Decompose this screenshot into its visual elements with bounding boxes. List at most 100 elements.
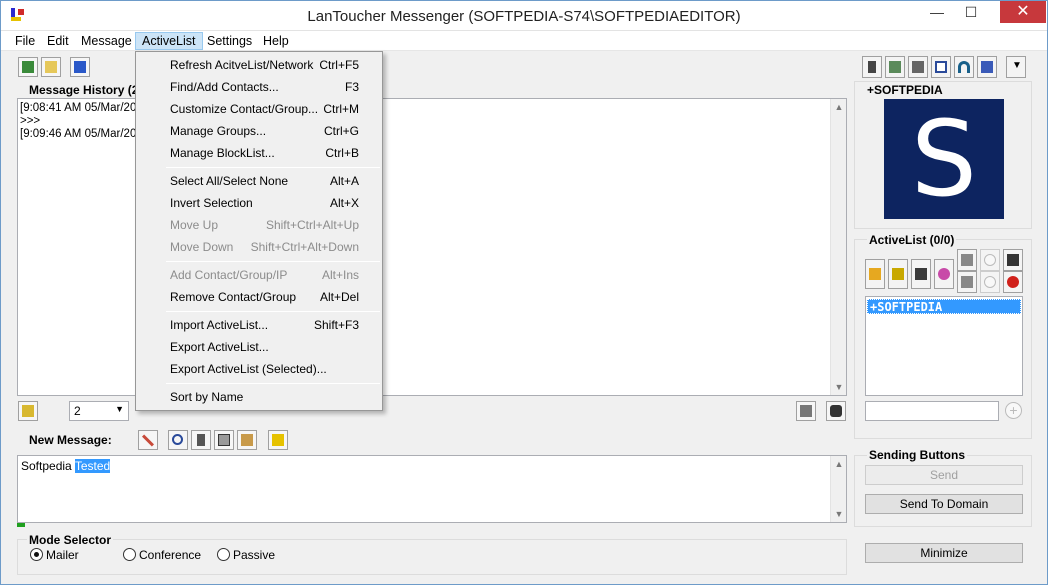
- menu-item-shortcut: Shift+Ctrl+Alt+Down: [250, 240, 359, 254]
- computers-button[interactable]: [908, 56, 928, 78]
- menu-item-shortcut: Ctrl+F5: [319, 58, 359, 72]
- menu-item-shortcut: Ctrl+M: [323, 102, 359, 116]
- scroll-up-icon[interactable]: ▲: [831, 456, 847, 472]
- avatar[interactable]: S: [884, 99, 1004, 219]
- minimize-window-button[interactable]: —: [922, 1, 952, 23]
- paste-button[interactable]: [237, 430, 257, 450]
- menu-activelist[interactable]: ActiveList: [135, 32, 203, 50]
- open-mail-tool-button[interactable]: [41, 57, 61, 77]
- menu-item-move-down[interactable]: Move Down Shift+Ctrl+Alt+Down: [137, 236, 381, 258]
- cut-button[interactable]: [191, 430, 211, 450]
- menu-item-shortcut: Alt+Ins: [321, 268, 359, 282]
- menu-item-invert-selection[interactable]: Invert Selection Alt+X: [137, 192, 381, 214]
- cascade-button[interactable]: [977, 56, 997, 78]
- menu-separator: [166, 261, 380, 262]
- scroll-down-icon[interactable]: ▼: [831, 379, 847, 395]
- menu-item-remove-contact[interactable]: Remove Contact/Group Alt+Del: [137, 286, 381, 308]
- expand-menu-button[interactable]: ▼: [1006, 56, 1026, 78]
- pen-tool-button[interactable]: [138, 430, 158, 450]
- details-button[interactable]: [1003, 249, 1023, 271]
- picture-button[interactable]: [885, 56, 905, 78]
- disabled-circle-2-button[interactable]: [980, 271, 1000, 293]
- menu-item-manage-blocklist[interactable]: Manage BlockList... Ctrl+B: [137, 142, 381, 164]
- menu-item-export-selected[interactable]: Export ActiveList (Selected)...: [137, 358, 381, 380]
- mode-conference-label: Conference: [139, 548, 202, 562]
- window-button[interactable]: [931, 56, 951, 78]
- tools-button[interactable]: [911, 259, 931, 289]
- print-button[interactable]: [796, 401, 816, 421]
- history-count-select[interactable]: 2 ▼: [69, 401, 129, 421]
- menu-item-label: Export ActiveList (Selected)...: [170, 362, 327, 376]
- refresh-list-button[interactable]: [865, 259, 885, 289]
- history-contact-tool-button[interactable]: [18, 401, 38, 421]
- minimize-button[interactable]: Minimize: [865, 543, 1023, 563]
- maximize-window-button[interactable]: ☐: [956, 1, 986, 23]
- menu-item-find-add-contacts[interactable]: Find/Add Contacts... F3: [137, 76, 381, 98]
- find-button[interactable]: [826, 401, 846, 421]
- menu-item-label: Manage Groups...: [170, 124, 267, 138]
- network-tool-button[interactable]: [70, 57, 90, 77]
- magnet-icon: [958, 61, 970, 73]
- menu-item-export[interactable]: Export ActiveList...: [137, 336, 381, 358]
- contact-card-button[interactable]: [888, 259, 908, 289]
- menu-item-label: Invert Selection: [170, 196, 253, 210]
- undo-button[interactable]: [168, 430, 188, 450]
- disabled-circle-button[interactable]: [980, 249, 1000, 271]
- menu-item-label: Import ActiveList...: [170, 318, 269, 332]
- list-view-2-button[interactable]: [957, 271, 977, 293]
- triangle-down-icon: ▼: [1012, 60, 1022, 71]
- activelist-dropdown-menu: Refresh AcitveList/Network Ctrl+F5 Find/A…: [135, 51, 383, 411]
- scroll-down-icon[interactable]: ▼: [831, 506, 847, 522]
- block-button[interactable]: [1003, 271, 1023, 293]
- refresh-icon: [869, 268, 881, 280]
- menu-item-shortcut: Ctrl+G: [323, 124, 359, 138]
- scroll-up-icon[interactable]: ▲: [831, 99, 847, 115]
- copy-button[interactable]: [214, 430, 234, 450]
- mode-mailer-radio[interactable]: [30, 548, 43, 561]
- message-scrollbar[interactable]: ▲ ▼: [830, 456, 846, 522]
- mode-mailer-label: Mailer: [46, 548, 79, 562]
- list-view-button[interactable]: [957, 249, 977, 271]
- message-text: Softpedia: [21, 459, 75, 473]
- menu-item-customize[interactable]: Customize Contact/Group... Ctrl+M: [137, 98, 381, 120]
- copy-icon: [218, 434, 230, 446]
- attachment-tool-button[interactable]: [268, 430, 288, 450]
- send-button[interactable]: Send: [865, 465, 1023, 485]
- title-bar: LanToucher Messenger (SOFTPEDIA-S74\SOFT…: [1, 1, 1047, 31]
- add-icon[interactable]: +: [1005, 402, 1022, 419]
- menu-message[interactable]: Message: [75, 33, 138, 51]
- contact-icon: [22, 405, 34, 417]
- chevron-down-icon: ▼: [115, 404, 124, 414]
- menu-item-select-all[interactable]: Select All/Select None Alt+A: [137, 170, 381, 192]
- menu-file[interactable]: File: [9, 33, 41, 51]
- profile-name: +SOFTPEDIA: [867, 83, 943, 97]
- send-to-domain-button[interactable]: Send To Domain: [865, 494, 1023, 514]
- mode-passive-radio[interactable]: [217, 548, 230, 561]
- menu-edit[interactable]: Edit: [41, 33, 75, 51]
- new-message-tool-button[interactable]: [18, 57, 38, 77]
- activelist-filter-input[interactable]: [865, 401, 999, 421]
- menu-help[interactable]: Help: [257, 33, 295, 51]
- mode-passive-label: Passive: [233, 548, 276, 562]
- menu-item-shortcut: Alt+Del: [319, 290, 359, 304]
- menu-item-refresh[interactable]: Refresh AcitveList/Network Ctrl+F5: [137, 54, 381, 76]
- group-button[interactable]: [934, 259, 954, 289]
- sound-button[interactable]: [862, 56, 882, 78]
- new-message-input[interactable]: Softpedia Tested ▲ ▼: [17, 455, 847, 523]
- mode-conference-radio[interactable]: [123, 548, 136, 561]
- activelist-item[interactable]: +SOFTPEDIA: [867, 299, 1021, 314]
- activelist-box[interactable]: +SOFTPEDIA: [865, 296, 1023, 396]
- window-icon: [935, 61, 947, 73]
- menu-item-add-contact[interactable]: Add Contact/Group/IP Alt+Ins: [137, 264, 381, 286]
- magnet-button[interactable]: [954, 56, 974, 78]
- menu-settings[interactable]: Settings: [201, 33, 258, 51]
- menu-item-shortcut: F3: [344, 80, 359, 94]
- close-window-button[interactable]: ✕: [1000, 1, 1046, 23]
- envelope-icon: [45, 61, 57, 73]
- history-scrollbar[interactable]: ▲ ▼: [830, 99, 846, 395]
- menu-item-move-up[interactable]: Move Up Shift+Ctrl+Alt+Up: [137, 214, 381, 236]
- menu-item-sort-by-name[interactable]: Sort by Name: [137, 386, 381, 408]
- compose-icon: [22, 61, 34, 73]
- menu-item-import[interactable]: Import ActiveList... Shift+F3: [137, 314, 381, 336]
- menu-item-manage-groups[interactable]: Manage Groups... Ctrl+G: [137, 120, 381, 142]
